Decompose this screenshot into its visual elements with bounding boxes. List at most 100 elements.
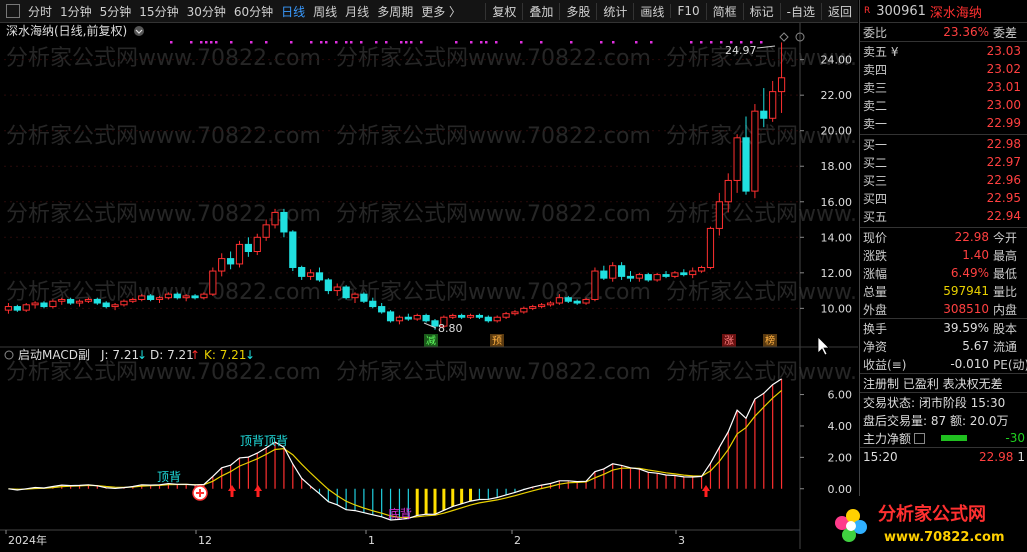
signal-dot [700, 41, 703, 44]
buy-level-value: 22.95 [986, 191, 1021, 205]
tab-period-5min[interactable]: 5分钟 [96, 3, 136, 20]
watermark-text: 分析家公式网www.70822.com [6, 46, 321, 71]
sell-level-label: 卖三 [863, 80, 888, 95]
back-button[interactable]: 返回 [820, 2, 858, 20]
tab-period-more[interactable]: 更多 〉 [417, 3, 465, 20]
multi-stock-button[interactable]: 多股 [559, 2, 596, 20]
signal-dot [400, 41, 403, 44]
tab-period-30min[interactable]: 30分钟 [183, 3, 230, 20]
buy-level-value: 22.98 [986, 137, 1021, 151]
statistics-button[interactable]: 统计 [596, 2, 633, 20]
tag-yu-text: 预 [492, 335, 502, 347]
tag-jian-text: 减 [426, 335, 436, 347]
candle-up [653, 274, 661, 281]
d-up-arrow-icon: ↑ [190, 348, 200, 362]
simple-frame-button[interactable]: 简框 [705, 2, 743, 20]
tab-period-1min[interactable]: 1分钟 [56, 3, 96, 20]
buy-level-value: 22.96 [986, 173, 1021, 187]
f10-button[interactable]: F10 [670, 4, 705, 18]
main-net-label: 主力净额 [863, 431, 912, 446]
signal-dot [420, 41, 423, 44]
candle-up [182, 295, 190, 299]
logo-graphic: 分析家公式网 www.70822.com [835, 503, 1005, 545]
sell-book: 卖五 ¥ 23.03 卖四 23.02 卖三 23.01 卖二 23.00 卖一 22.99 [860, 42, 1027, 135]
signal-dot [690, 41, 693, 44]
sell-level-value: 23.02 [986, 62, 1021, 76]
indicator-tick-label: 6.00 [828, 389, 853, 402]
signal-dot [210, 41, 213, 44]
candle-down [422, 314, 430, 322]
candle-down [244, 243, 252, 253]
weicha-label: 委差 [993, 25, 1018, 40]
kline-chart[interactable]: 分析家公式网www.70822.com 分析家公式网www.70822.com 分析… [0, 23, 981, 549]
layout-toggle-icon[interactable] [6, 4, 20, 18]
quote-row-label2: 内盘 [993, 302, 1018, 317]
chart-settings-icon[interactable] [134, 26, 144, 36]
signal-dot [570, 41, 573, 44]
chart-area[interactable]: 分析家公式网www.70822.com 分析家公式网www.70822.com 分析… [0, 23, 981, 549]
candle-up [582, 298, 590, 304]
tab-period-weekly[interactable]: 周线 [309, 3, 341, 20]
stock-name[interactable]: 深水海纳 [930, 2, 982, 21]
watchlist-button[interactable]: -自选 [779, 2, 821, 20]
signal-dot [375, 41, 378, 44]
rzrq-badge: R [864, 6, 871, 16]
candle-down [626, 275, 635, 279]
mark-button[interactable]: 标记 [742, 2, 780, 20]
info-row-1: 注册制 已盈利 表决权无差 [860, 374, 1027, 393]
tab-period-daily[interactable]: 日线 [277, 3, 309, 20]
candle-up [635, 274, 643, 279]
buy-level-value: 22.94 [986, 209, 1021, 223]
draw-line-button[interactable]: 画线 [633, 2, 670, 20]
weibi-label: 委比 [863, 25, 888, 40]
candle-down [147, 295, 155, 300]
candle-up [511, 311, 519, 315]
signal-dot [310, 41, 313, 44]
up-arrow-icon [228, 485, 236, 497]
candle-down [191, 295, 199, 299]
overlay-button[interactable]: 叠加 [522, 2, 559, 20]
tab-period-multi[interactable]: 多周期 [373, 3, 417, 20]
candle-up [706, 227, 715, 268]
candle-up [413, 314, 421, 320]
sell-level: 卖四 23.02 [860, 60, 1027, 78]
candle-up [111, 304, 119, 308]
quote-row-label: 总量 [863, 284, 888, 299]
quote-row: 外盘 308510 内盘 [860, 300, 1027, 318]
tab-period-60min[interactable]: 60分钟 [230, 3, 277, 20]
time-tick-label: 2 [514, 534, 521, 547]
sell-level-label: 卖二 [863, 98, 888, 113]
quote-row-label2: 最低 [993, 266, 1018, 281]
quote-row: 涨幅 6.49% 最低 [860, 264, 1027, 282]
menu-icon[interactable] [914, 432, 926, 444]
candle-down [742, 137, 750, 192]
fuquan-button[interactable]: 复权 [485, 2, 522, 20]
tab-period-monthly[interactable]: 月线 [341, 3, 373, 20]
signal-dot [290, 41, 293, 44]
buy-book: 买一 22.98 买二 22.97 买三 22.96 买四 22.95 买五 22.94 [860, 135, 1027, 228]
buy-level-value: 22.97 [986, 155, 1021, 169]
tab-period-fenshi[interactable]: 分时 [24, 3, 56, 20]
signal-dot [520, 41, 523, 44]
signal-dot [190, 41, 193, 44]
weibi-value: 23.36% [943, 25, 989, 39]
stock-code[interactable]: 300961 [876, 4, 926, 19]
tab-period-15min[interactable]: 15分钟 [135, 3, 182, 20]
watermark-text: 分析家公式网www.70822.com [336, 124, 651, 149]
indicator-settings-icon[interactable] [4, 350, 14, 360]
main-net-row[interactable]: 主力净额 -30 [860, 429, 1027, 448]
signal-dot [215, 41, 218, 44]
tick-extra: 1 [1017, 450, 1025, 464]
indicator-series [8, 378, 783, 521]
signal-dot [635, 41, 638, 44]
buy-level: 买四 22.95 [860, 189, 1027, 207]
price-tick-label: 18.00 [821, 160, 853, 173]
time-tick-label: 2024年 [8, 533, 47, 547]
time-tick-label: 1 [368, 534, 375, 547]
candle-down [324, 279, 332, 292]
candle-down [13, 306, 21, 311]
candle-down [475, 314, 484, 318]
info-row-2: 交易状态: 闭市阶段 15:30 [860, 393, 1027, 411]
weibi-row: 委比 23.36% 委差 [860, 23, 1027, 42]
candle-down [360, 293, 368, 302]
